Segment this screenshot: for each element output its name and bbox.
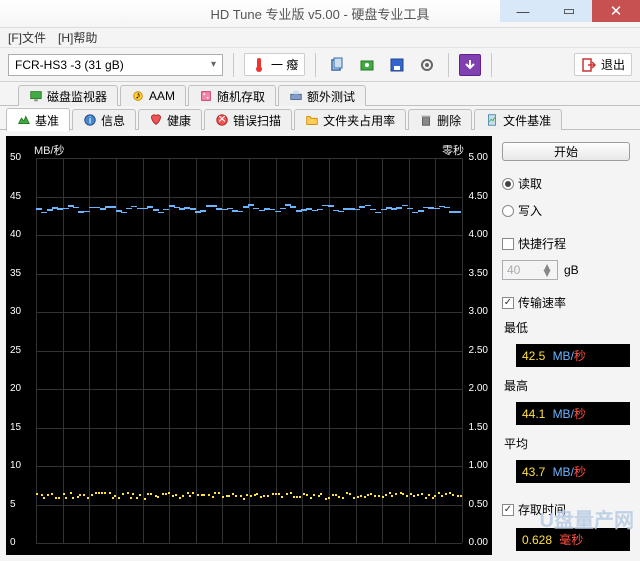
minimize-button[interactable]: — [500,0,546,22]
refresh-button[interactable] [459,54,481,76]
random-icon [199,89,213,103]
tab-error[interactable]: ✕错误扫描 [204,109,292,130]
copy-icon [329,57,345,73]
screenshot-button[interactable] [356,54,378,76]
maximize-button[interactable]: ▭ [546,0,592,22]
close-button[interactable]: ✕ [592,0,640,22]
side-panel: 开始 读取 写入 快捷行程 40▲▼ gB 传输速率 最低 42.5 MB/秒 … [492,136,634,555]
drive-select[interactable]: FCR-HS3 -3 (31 gB) ▾ [8,54,223,76]
y-left-tick: 25 [10,345,21,356]
checkbox-icon [502,504,514,516]
bench-icon [17,113,31,127]
tab-aam[interactable]: ♪AAM [120,85,186,106]
y-left-tick: 20 [10,383,21,394]
radio-icon [502,178,514,190]
thermometer-icon [251,57,267,73]
short-stroke-value[interactable]: 40▲▼ [502,260,558,280]
benchmark-chart: MB/秒 零秒 505.00454.50404.00353.50303.0025… [6,136,492,555]
access-value: 0.628 毫秒 [516,528,630,551]
tab-monitor[interactable]: 磁盘监视器 [18,85,118,106]
y-right-tick: 4.50 [469,191,488,202]
transfer-rate-checkbox[interactable]: 传输速率 [502,294,630,311]
tab-folder[interactable]: 文件夹占用率 [294,109,406,130]
chevron-down-icon: ▾ [211,59,216,70]
toolbar: FCR-HS3 -3 (31 gB) ▾ 一 癈 退出 [0,48,640,82]
min-value: 42.5 MB/秒 [516,344,630,367]
floppy-icon [389,57,405,73]
drive-select-value: FCR-HS3 -3 (31 gB) [15,58,124,72]
max-label: 最高 [504,377,630,394]
delete-icon [419,113,433,127]
min-label: 最低 [504,319,630,336]
filebench-icon [485,113,499,127]
y-left-tick: 40 [10,229,21,240]
max-value: 44.1 MB/秒 [516,402,630,425]
tab-info[interactable]: i信息 [72,109,136,130]
y-right-tick: 3.00 [469,306,488,317]
svg-text:✕: ✕ [218,114,227,126]
y-right-tick: 3.50 [469,268,488,279]
y-right-tick: 0.00 [469,537,488,548]
tab-random[interactable]: 随机存取 [188,85,276,106]
exit-icon [581,57,597,73]
tab-row-lower: 基准i信息健康✕错误扫描文件夹占用率删除文件基准 [0,106,640,130]
down-arrow-icon [462,57,478,73]
y-left-tick: 10 [10,460,21,471]
y-right-tick: 1.00 [469,460,488,471]
y-left-tick: 50 [10,152,21,163]
save-button[interactable] [386,54,408,76]
title-bar: HD Tune 专业版 v5.00 - 硬盘专业工具 — ▭ ✕ [0,0,640,28]
y-right-tick: 2.00 [469,383,488,394]
settings-button[interactable] [416,54,438,76]
start-button[interactable]: 开始 [502,142,630,161]
write-radio[interactable]: 写入 [502,202,630,219]
radio-icon [502,205,514,217]
y-left-tick: 5 [10,499,16,510]
tab-bench[interactable]: 基准 [6,108,70,131]
aam-icon: ♪ [131,89,145,103]
tab-health[interactable]: 健康 [138,109,202,130]
temperature-display: 一 癈 [244,53,305,76]
tab-row-upper: 磁盘监视器♪AAM随机存取额外测试 [0,82,640,106]
checkbox-icon [502,238,514,250]
tab-delete[interactable]: 删除 [408,109,472,130]
folder-icon [305,113,319,127]
avg-value: 43.7 MB/秒 [516,460,630,483]
extra-icon [289,89,303,103]
camera-icon [359,57,375,73]
monitor-icon [29,89,43,103]
access-time-checkbox[interactable]: 存取时间 [502,501,630,518]
read-radio[interactable]: 读取 [502,175,630,192]
y-left-tick: 35 [10,268,21,279]
menu-bar: [F]文件 [H]帮助 [0,28,640,48]
window-title: HD Tune 专业版 v5.00 - 硬盘专业工具 [211,4,430,23]
checkbox-icon [502,297,514,309]
info-icon: i [83,113,97,127]
y-left-unit: MB/秒 [34,142,65,158]
y-left-tick: 30 [10,306,21,317]
y-left-tick: 15 [10,422,21,433]
y-left-tick: 0 [10,537,16,548]
y-right-tick: 5.00 [469,152,488,163]
y-right-tick: 4.00 [469,229,488,240]
y-left-tick: 45 [10,191,21,202]
y-right-unit: 零秒 [442,142,464,158]
exit-button[interactable]: 退出 [574,53,632,76]
copy-button[interactable] [326,54,348,76]
svg-text:♪: ♪ [135,90,140,102]
menu-file[interactable]: [F]文件 [8,29,46,46]
tab-extra[interactable]: 额外测试 [278,85,366,106]
avg-label: 平均 [504,435,630,452]
y-right-tick: 2.50 [469,345,488,356]
y-right-tick: 0.50 [469,499,488,510]
y-right-tick: 1.50 [469,422,488,433]
short-stroke-checkbox[interactable]: 快捷行程 [502,235,630,252]
svg-text:i: i [89,115,91,127]
menu-help[interactable]: [H]帮助 [58,29,97,46]
gear-icon [419,57,435,73]
error-icon: ✕ [215,113,229,127]
health-icon [149,113,163,127]
tab-filebench[interactable]: 文件基准 [474,109,562,130]
